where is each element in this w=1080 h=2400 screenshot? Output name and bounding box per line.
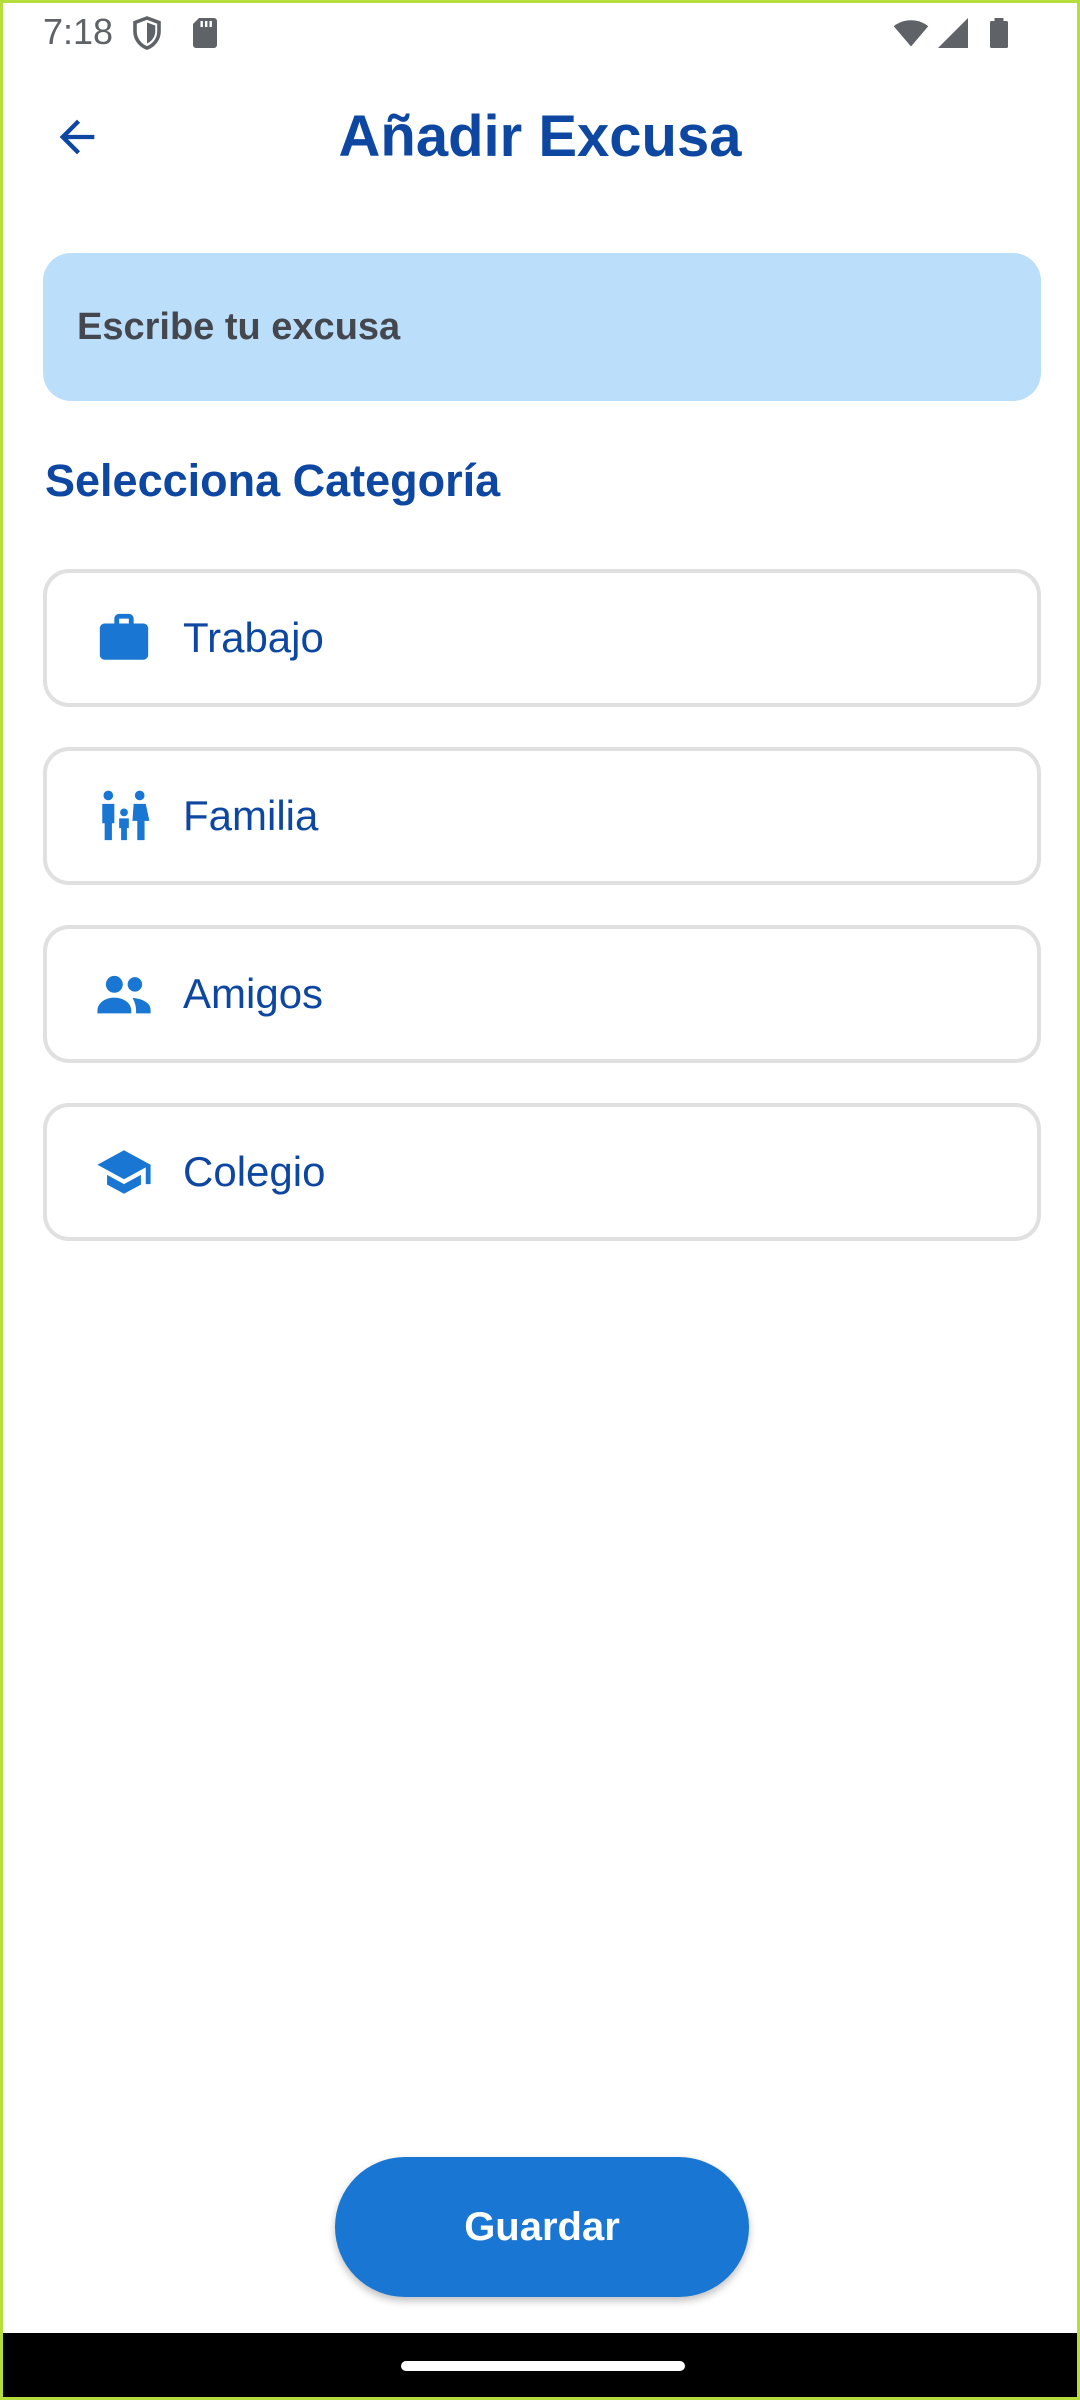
people-icon [95, 965, 153, 1023]
school-icon [95, 1143, 153, 1201]
sd-card-icon [193, 18, 217, 48]
battery-icon [990, 18, 1008, 48]
category-label-trabajo: Trabajo [183, 614, 324, 661]
excuse-input[interactable] [75, 304, 1009, 350]
category-item-amigos[interactable]: Amigos [43, 925, 1041, 1063]
category-label-familia: Familia [183, 792, 319, 839]
arrow-left-icon [59, 119, 95, 155]
status-time: 7:18 [43, 11, 114, 52]
excuse-input-container [43, 253, 1041, 401]
category-list: Trabajo Familia Amigos Colegio [43, 569, 1041, 1281]
add-excuse-screen: 7:18 Añadir Excusa Selecciona Cate [0, 0, 1080, 2400]
category-item-trabajo[interactable]: Trabajo [43, 569, 1041, 707]
navigation-bar [3, 2333, 1077, 2397]
signal-icon [938, 18, 968, 48]
status-bar: 7:18 [3, 3, 1077, 63]
save-button[interactable]: Guardar [335, 2157, 749, 2297]
category-label-amigos: Amigos [183, 970, 324, 1017]
category-section-heading: Selecciona Categoría [45, 455, 501, 506]
home-gesture-handle[interactable] [401, 2361, 685, 2371]
family-icon [95, 787, 153, 845]
back-button[interactable] [39, 99, 115, 175]
wifi-icon [893, 20, 929, 47]
category-label-colegio: Colegio [183, 1148, 326, 1195]
briefcase-icon [95, 609, 153, 667]
shield-icon [133, 16, 161, 50]
page-title: Añadir Excusa [338, 104, 742, 169]
category-item-colegio[interactable]: Colegio [43, 1103, 1041, 1241]
category-item-familia[interactable]: Familia [43, 747, 1041, 885]
